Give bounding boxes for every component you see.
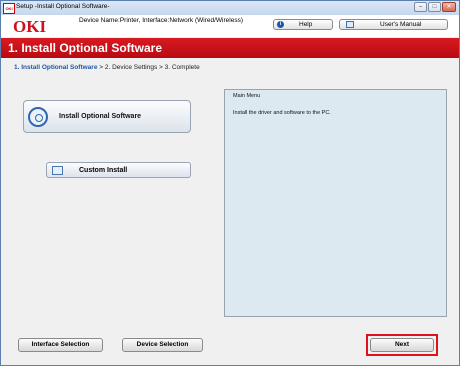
install-optional-software-label: Install Optional Software: [59, 113, 142, 120]
device-selection-button[interactable]: Device Selection: [122, 338, 203, 352]
footer-bar: Interface Selection Device Selection Nex…: [1, 327, 459, 365]
step-breadcrumb: 1. Install Optional Software > 2. Device…: [14, 64, 200, 71]
help-button[interactable]: i Help: [273, 19, 333, 30]
page-banner: 1. Install Optional Software: [1, 38, 459, 58]
info-icon: i: [277, 21, 284, 28]
next-button[interactable]: Next: [370, 338, 434, 352]
window-controls: – □ ✕: [414, 2, 456, 12]
users-manual-button[interactable]: User's Manual: [339, 19, 448, 30]
oki-logo: OKI: [13, 17, 47, 36]
install-disc-icon: [28, 107, 48, 127]
setup-window: OKI Setup -Install Optional Software- – …: [0, 0, 460, 366]
minimize-icon[interactable]: –: [414, 2, 427, 12]
title-bar: OKI Setup -Install Optional Software- – …: [1, 1, 459, 15]
manual-book-icon: [346, 21, 354, 28]
close-icon[interactable]: ✕: [442, 2, 456, 12]
custom-install-label: Custom Install: [79, 167, 128, 174]
window-title: Setup -Install Optional Software-: [16, 3, 110, 10]
maximize-icon[interactable]: □: [428, 2, 441, 12]
device-info: Device Name:Printer, Interface:Network (…: [79, 17, 243, 24]
custom-install-icon: [52, 166, 63, 175]
page-title: 1. Install Optional Software: [8, 41, 163, 55]
main-menu-panel: Main Menu Install the driver and softwar…: [224, 89, 447, 317]
users-manual-label: User's Manual: [380, 21, 422, 28]
app-header: OKI Device Name:Printer, Interface:Netwo…: [1, 15, 459, 37]
current-step: 1. Install Optional Software: [14, 64, 98, 71]
help-label: Help: [299, 21, 313, 28]
remaining-steps: > 2. Device Settings > 3. Complete: [97, 64, 200, 71]
interface-selection-button[interactable]: Interface Selection: [18, 338, 103, 352]
custom-install-button[interactable]: Custom Install: [46, 162, 191, 178]
menu-title: Main Menu: [233, 93, 261, 99]
menu-description: Install the driver and software to the P…: [233, 110, 331, 116]
oki-app-icon: OKI: [3, 3, 15, 14]
install-optional-software-button[interactable]: Install Optional Software: [23, 100, 191, 133]
